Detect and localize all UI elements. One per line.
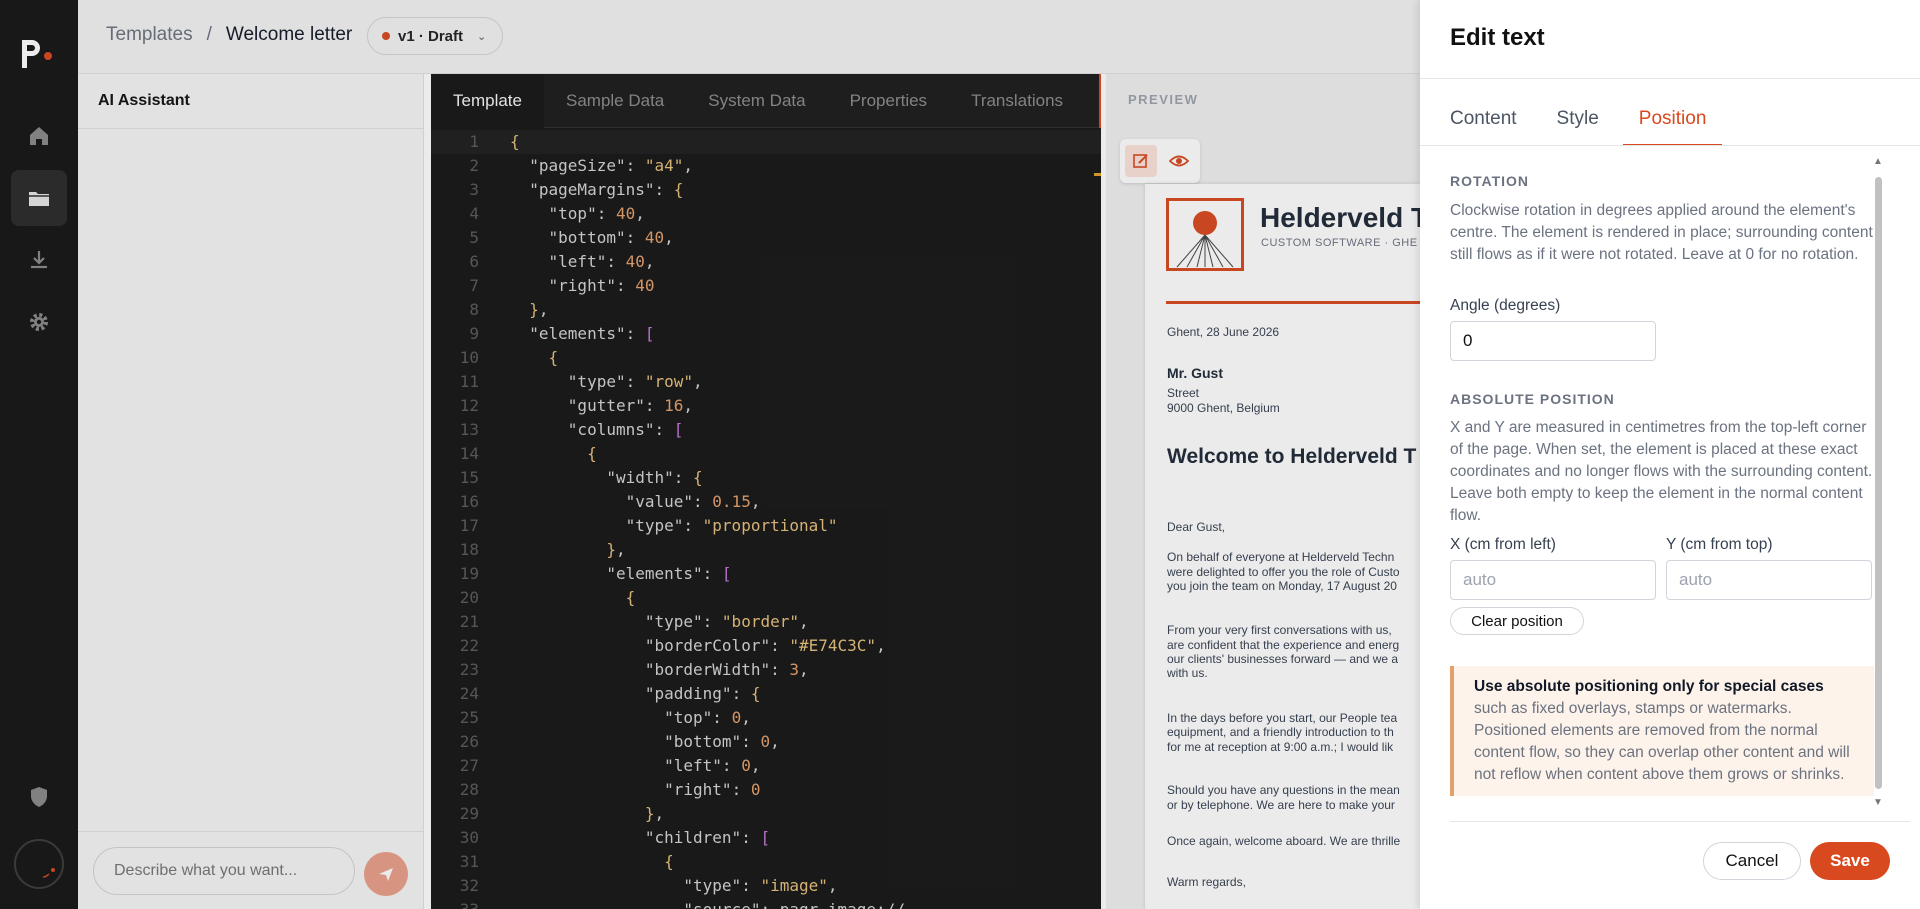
y-position-input[interactable] bbox=[1666, 560, 1872, 600]
angle-input[interactable] bbox=[1450, 321, 1656, 361]
scrollbar[interactable] bbox=[1875, 177, 1882, 789]
absolute-position-help: X and Y are measured in centimetres from… bbox=[1450, 419, 1873, 524]
y-label: Y (cm from top) bbox=[1666, 536, 1773, 553]
x-label: X (cm from left) bbox=[1450, 536, 1556, 553]
x-position-input[interactable] bbox=[1450, 560, 1656, 600]
scroll-up-icon[interactable]: ▲ bbox=[1873, 156, 1883, 167]
position-form: ROTATION Clockwise rotation in degrees a… bbox=[1450, 145, 1876, 821]
edit-text-drawer: Edit text Content Style Position ROTATIO… bbox=[1420, 0, 1920, 909]
warning-callout: Use absolute positioning only for specia… bbox=[1450, 666, 1874, 796]
drawer-tabs: Content Style Position bbox=[1450, 96, 1762, 146]
scroll-down-icon[interactable]: ▼ bbox=[1873, 797, 1883, 808]
rotation-help: Clockwise rotation in degrees applied ar… bbox=[1450, 202, 1873, 263]
drawer-title: Edit text bbox=[1450, 24, 1545, 51]
cancel-button[interactable]: Cancel bbox=[1703, 842, 1801, 880]
modal-backdrop[interactable] bbox=[0, 0, 1420, 909]
angle-label: Angle (degrees) bbox=[1450, 297, 1561, 314]
tab-position[interactable]: Position bbox=[1622, 96, 1723, 146]
divider bbox=[1450, 821, 1910, 822]
rotation-section-title: ROTATION bbox=[1450, 173, 1530, 189]
divider bbox=[1420, 78, 1920, 79]
tab-style[interactable]: Style bbox=[1557, 96, 1599, 146]
save-button[interactable]: Save bbox=[1810, 842, 1890, 880]
warning-bold: Use absolute positioning only for specia… bbox=[1474, 678, 1824, 695]
clear-position-button[interactable]: Clear position bbox=[1450, 607, 1584, 635]
warning-text: such as fixed overlays, stamps or waterm… bbox=[1474, 700, 1850, 783]
tab-content[interactable]: Content bbox=[1450, 96, 1517, 146]
absolute-position-section-title: ABSOLUTE POSITION bbox=[1450, 391, 1615, 407]
